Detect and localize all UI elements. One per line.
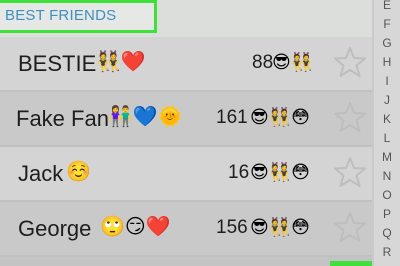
index-letter[interactable]: O	[374, 188, 400, 202]
friend-score: 161	[216, 107, 248, 128]
star-icon[interactable]	[334, 211, 366, 243]
friend-name: BESTIE	[18, 51, 97, 76]
friend-status-emojis: 😎👯	[272, 52, 314, 72]
index-letter[interactable]: H	[374, 55, 400, 69]
friend-name: George	[18, 216, 92, 241]
friend-status-emojis: 😎👯😳	[250, 217, 310, 237]
index-letter[interactable]: M	[374, 150, 400, 164]
index-letter[interactable]: I	[374, 74, 400, 88]
index-letter[interactable]: L	[374, 131, 400, 145]
friend-row[interactable]: Fake Fan 👫💙🌞 161 😎👯😳	[0, 92, 372, 147]
friend-name: Fake Fan	[16, 106, 109, 131]
index-letter[interactable]: Q	[374, 226, 400, 240]
index-letter[interactable]: R	[374, 245, 400, 259]
friend-status-emojis: 😎👯😳	[250, 107, 310, 127]
friend-row[interactable]: BESTIE 👯❤️ 88 😎👯	[0, 37, 372, 92]
index-letter[interactable]: F	[374, 17, 400, 31]
friend-name-emojis: ☺️	[66, 161, 91, 183]
friend-name: Jack	[18, 161, 64, 186]
friend-score: 88	[252, 52, 274, 73]
friend-row[interactable]: George 🙄😏❤️ 156 😎👯😳	[0, 202, 372, 257]
friend-row[interactable]: Jack ☺️ 16 😎👯😳	[0, 147, 372, 202]
alphabet-index[interactable]: E F G H I J K L M N O P Q R	[374, 0, 400, 266]
friend-name-emojis: 👫💙🌞	[108, 106, 183, 128]
footer-accent	[330, 261, 372, 266]
star-icon[interactable]	[334, 101, 366, 133]
friend-score: 16	[228, 162, 250, 183]
friend-name-emojis: 🙄😏❤️	[100, 216, 171, 238]
list-footer	[0, 257, 372, 266]
index-letter[interactable]: N	[374, 169, 400, 183]
friend-score: 156	[216, 217, 248, 238]
index-letter[interactable]: G	[374, 36, 400, 50]
section-header: BEST FRIENDS	[0, 0, 372, 37]
section-title: BEST FRIENDS	[5, 7, 117, 24]
index-letter[interactable]: P	[374, 207, 400, 221]
star-icon[interactable]	[334, 156, 366, 188]
friends-list: BESTIE 👯❤️ 88 😎👯 Fake Fan 👫💙🌞 161 😎👯😳 Ja…	[0, 37, 372, 257]
friend-name-emojis: 👯❤️	[96, 51, 146, 73]
index-letter[interactable]: J	[374, 93, 400, 107]
index-letter[interactable]: E	[374, 0, 400, 12]
friend-status-emojis: 😎👯😳	[250, 162, 310, 182]
index-letter[interactable]: K	[374, 112, 400, 126]
star-icon[interactable]	[334, 46, 366, 78]
best-friends-tab[interactable]: BEST FRIENDS	[0, 0, 157, 33]
